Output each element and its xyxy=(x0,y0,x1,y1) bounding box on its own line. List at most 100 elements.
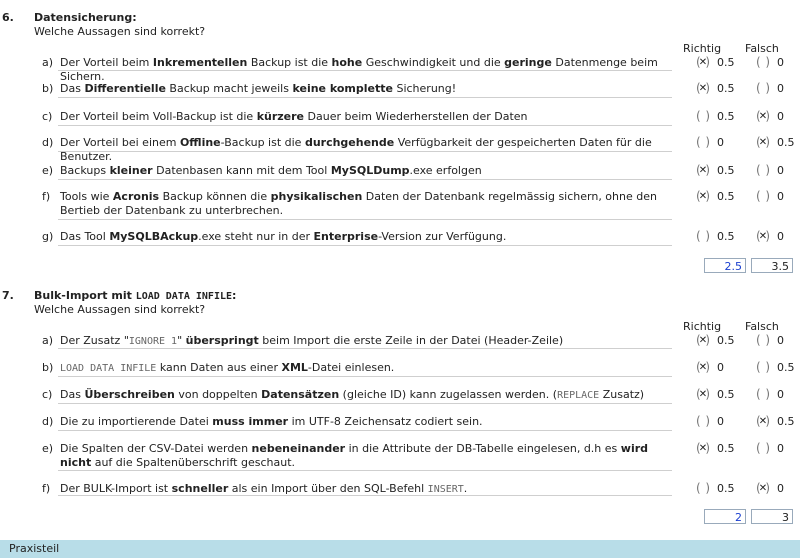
statement-fragment: Zusatz) xyxy=(599,388,645,401)
option-false[interactable]: 0 xyxy=(756,442,784,456)
item-letter: a) xyxy=(42,334,54,347)
option-true[interactable]: 0.5 xyxy=(696,482,735,496)
radio-button[interactable] xyxy=(696,415,710,428)
option-true[interactable]: 0 xyxy=(696,415,724,429)
option-true[interactable]: ✕ 0.5 xyxy=(696,334,735,348)
option-false[interactable]: 0.5 xyxy=(756,361,795,375)
score-achieved: 2 xyxy=(704,509,746,524)
option-score: 0 xyxy=(777,110,784,123)
radio-button[interactable]: ✕ xyxy=(696,442,710,455)
statement-text: Das Überschreiben von doppelten Datensät… xyxy=(60,388,670,403)
column-header-false: Falsch xyxy=(745,320,779,333)
option-false[interactable]: 0 xyxy=(756,82,784,96)
option-true[interactable]: 0.5 xyxy=(696,230,735,244)
option-true[interactable]: 0.5 xyxy=(696,110,735,124)
radio-button[interactable]: ✕ xyxy=(756,136,770,149)
item-letter: f) xyxy=(42,482,51,495)
statement-fragment: Das Tool xyxy=(60,230,110,243)
option-true[interactable]: ✕ 0.5 xyxy=(696,82,735,96)
score-max: 3.5 xyxy=(751,258,793,273)
statement-fragment: -Backup ist die xyxy=(220,136,305,149)
option-score: 0 xyxy=(777,334,784,347)
statement-fragment: in die Attribute der DB-Tabelle eingeles… xyxy=(345,442,621,455)
radio-button[interactable] xyxy=(696,230,710,243)
statement-text: Die Spalten der CSV-Datei werden nebenei… xyxy=(60,442,670,470)
radio-button[interactable]: ✕ xyxy=(696,334,710,347)
statement-text: Der Vorteil beim Voll-Backup ist die kür… xyxy=(60,110,670,124)
row-divider xyxy=(58,70,672,71)
option-score: 0.5 xyxy=(717,110,735,123)
option-true[interactable]: ✕ 0.5 xyxy=(696,190,735,204)
statement-fragment: LOAD DATA INFILE xyxy=(60,363,157,374)
radio-button[interactable] xyxy=(756,190,770,203)
option-false[interactable]: ✕0 xyxy=(756,230,784,244)
question-number: 6. xyxy=(2,11,14,24)
radio-button[interactable] xyxy=(756,82,770,95)
option-score: 0.5 xyxy=(777,136,795,149)
option-score: 0 xyxy=(777,164,784,177)
item-letter: b) xyxy=(42,82,54,95)
statement-fragment: XML xyxy=(281,361,308,374)
radio-button[interactable] xyxy=(756,442,770,455)
option-score: 0 xyxy=(777,388,784,401)
statement-fragment: Der BULK-Import ist xyxy=(60,482,172,495)
statement-text: Der Zusatz "IGNORE 1" überspringt beim I… xyxy=(60,334,670,349)
option-score: 0.5 xyxy=(717,56,735,69)
statement-fragment: nebeneinander xyxy=(251,442,346,455)
option-false[interactable]: ✕0 xyxy=(756,110,784,124)
item-letter: g) xyxy=(42,230,54,243)
column-header-false: Falsch xyxy=(745,42,779,55)
radio-button[interactable]: ✕ xyxy=(696,82,710,95)
option-score: 0.5 xyxy=(717,482,735,495)
radio-button[interactable]: ✕ xyxy=(696,164,710,177)
radio-button[interactable]: ✕ xyxy=(696,190,710,203)
radio-button[interactable]: ✕ xyxy=(756,110,770,123)
radio-button[interactable]: ✕ xyxy=(756,482,770,495)
radio-button[interactable]: ✕ xyxy=(696,56,710,69)
radio-button[interactable] xyxy=(756,56,770,69)
item-letter: f) xyxy=(42,190,51,203)
cross-mark-icon: ✕ xyxy=(698,442,708,454)
item-letter: e) xyxy=(42,442,54,455)
option-true[interactable]: ✕0 xyxy=(696,361,724,375)
cross-mark-icon: ✕ xyxy=(698,334,708,346)
option-false[interactable]: 0 xyxy=(756,388,784,402)
row-divider xyxy=(58,495,672,496)
option-score: 0 xyxy=(777,190,784,203)
option-true[interactable]: ✕ 0.5 xyxy=(696,56,735,70)
radio-button[interactable]: ✕ xyxy=(696,361,710,374)
radio-button[interactable]: ✕ xyxy=(756,415,770,428)
option-false[interactable]: 0 xyxy=(756,56,784,70)
option-false[interactable]: 0 xyxy=(756,164,784,178)
radio-button[interactable] xyxy=(696,136,710,149)
statement-fragment: .exe steht nur in der xyxy=(198,230,314,243)
option-false[interactable]: 0 xyxy=(756,190,784,204)
option-true[interactable]: ✕ 0.5 xyxy=(696,388,735,402)
score-achieved: 2.5 xyxy=(704,258,746,273)
option-score: 0 xyxy=(777,482,784,495)
statement-fragment: Inkrementellen xyxy=(152,56,248,69)
cross-mark-icon: ✕ xyxy=(758,110,768,122)
option-false[interactable]: ✕ 0.5 xyxy=(756,415,795,429)
radio-button[interactable] xyxy=(756,361,770,374)
cross-mark-icon: ✕ xyxy=(698,361,708,373)
option-true[interactable]: ✕ 0.5 xyxy=(696,442,735,456)
option-true[interactable]: 0 xyxy=(696,136,724,150)
radio-button[interactable] xyxy=(696,110,710,123)
statement-fragment: " xyxy=(177,334,186,347)
radio-button[interactable]: ✕ xyxy=(756,230,770,243)
option-score: 0 xyxy=(777,82,784,95)
radio-button[interactable] xyxy=(756,388,770,401)
option-false[interactable]: ✕0 xyxy=(756,482,784,496)
statement-fragment: Acronis xyxy=(112,190,160,203)
option-false[interactable]: 0 xyxy=(756,334,784,348)
option-true[interactable]: ✕ 0.5 xyxy=(696,164,735,178)
radio-button[interactable] xyxy=(696,482,710,495)
radio-button[interactable] xyxy=(756,334,770,347)
option-score: 0.5 xyxy=(717,190,735,203)
option-false[interactable]: ✕ 0.5 xyxy=(756,136,795,150)
radio-button[interactable]: ✕ xyxy=(696,388,710,401)
radio-button[interactable] xyxy=(756,164,770,177)
statement-fragment: Der Vorteil beim Voll-Backup ist die xyxy=(60,110,257,123)
statement-fragment: Tools wie xyxy=(60,190,113,203)
